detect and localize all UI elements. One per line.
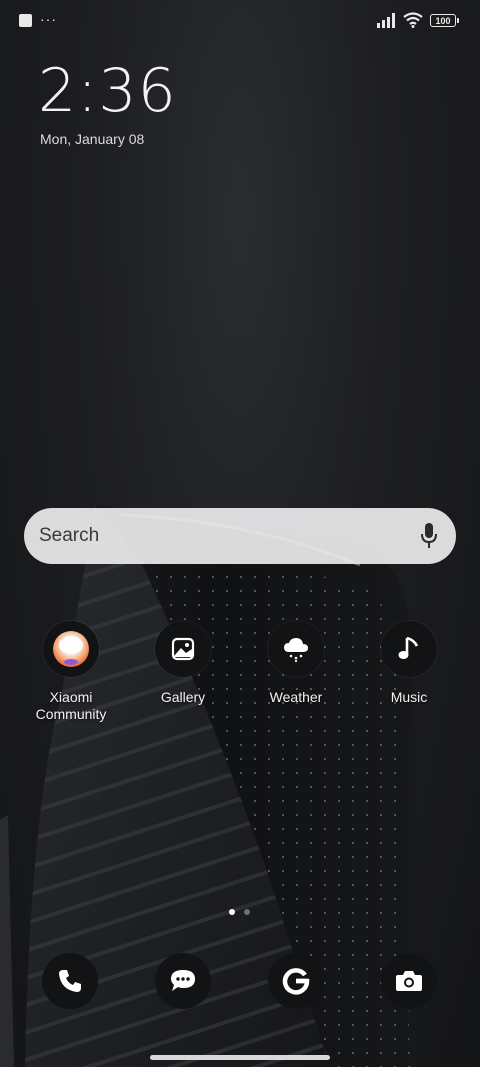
weather-icon [268, 621, 324, 677]
app-xiaomi-community[interactable]: Xiaomi Community [16, 621, 126, 723]
notification-app-icon [19, 14, 32, 27]
status-bar: ··· 100 [0, 0, 480, 42]
more-notifications-icon: ··· [40, 11, 57, 27]
page-indicator [229, 909, 250, 915]
google-icon [282, 968, 310, 995]
home-screen: ··· 100 2:36 Mon, January 08 Search Xiao… [0, 0, 480, 1067]
signal-bars-icon [377, 13, 395, 28]
battery-level: 100 [435, 15, 451, 26]
page-dot[interactable] [244, 909, 250, 915]
dock-camera[interactable] [381, 953, 437, 1009]
camera-icon [396, 971, 422, 991]
home-gesture-bar[interactable] [150, 1055, 330, 1060]
gallery-icon [155, 621, 211, 677]
app-label-line1: Xiaomi [49, 689, 93, 705]
app-music[interactable]: Music [354, 621, 464, 706]
dock-messages[interactable] [155, 953, 211, 1009]
app-label-line2: Community [35, 706, 107, 722]
messages-icon [171, 970, 195, 991]
app-label: Gallery [160, 689, 206, 705]
xiaomi-community-icon [43, 621, 99, 677]
dock-phone[interactable] [42, 953, 98, 1009]
page-dot-active[interactable] [229, 909, 235, 915]
app-gallery[interactable]: Gallery [128, 621, 238, 706]
battery-icon: 100 [430, 14, 459, 27]
dock-google[interactable] [268, 953, 324, 1009]
search-bar[interactable]: Search [24, 508, 456, 564]
search-placeholder: Search [39, 525, 100, 546]
phone-icon [59, 970, 81, 992]
music-icon [381, 621, 437, 677]
app-label: Xiaomi Community [16, 689, 126, 723]
app-label: Music [390, 689, 428, 705]
app-label: Weather [269, 689, 323, 705]
microphone-icon[interactable] [420, 522, 438, 550]
clock-date[interactable]: Mon, January 08 [40, 131, 144, 147]
clock-time[interactable]: 2:36 [38, 56, 177, 126]
wifi-icon [403, 12, 423, 28]
app-weather[interactable]: Weather [241, 621, 351, 706]
